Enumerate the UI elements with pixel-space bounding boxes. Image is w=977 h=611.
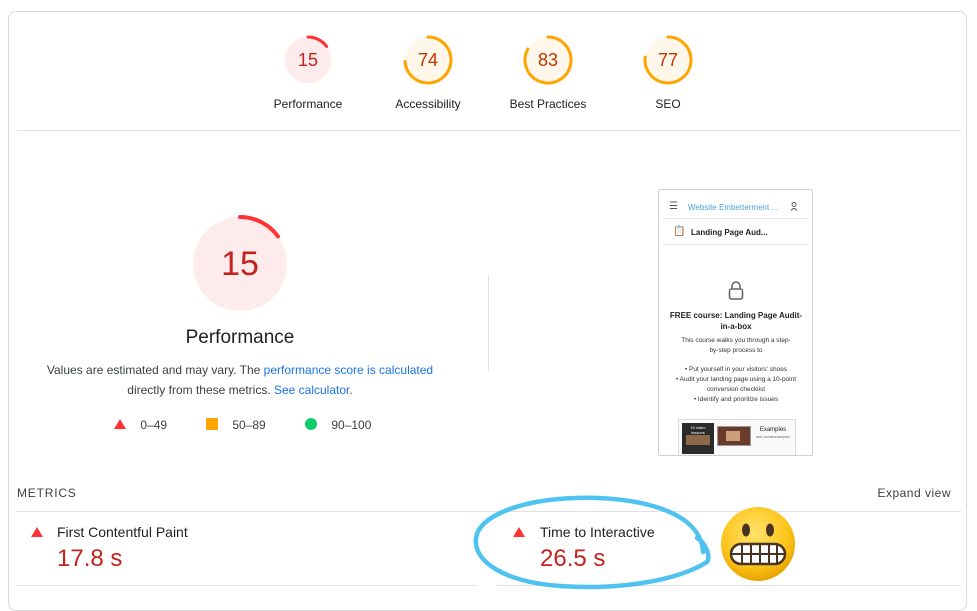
performance-title: Performance	[185, 327, 295, 348]
grimacing-face-emoji	[721, 507, 795, 581]
legend-pass: 90–100	[304, 418, 371, 432]
lock-icon	[728, 281, 744, 300]
green-circle-icon	[305, 418, 317, 430]
expand-view-toggle[interactable]: Expand view	[860, 486, 951, 500]
red-triangle-icon	[114, 419, 126, 429]
divider	[663, 244, 809, 245]
performance-gauge-large[interactable]: 15	[190, 214, 290, 314]
divider	[17, 130, 961, 131]
thumbnail-image	[726, 431, 740, 441]
gauge-score: 74	[417, 50, 439, 70]
legend-range: 50–89	[232, 418, 266, 432]
description-text: .	[349, 383, 353, 397]
final-screenshot[interactable]: ☰ Website Embetterment ... 📋 Landing Pag…	[658, 189, 813, 456]
performance-description: Values are estimated and may vary. The p…	[30, 360, 450, 400]
gauge-best-practices[interactable]: 83	[523, 35, 573, 85]
gauge-label: Best Practices	[509, 97, 587, 111]
slide-thumbnail	[717, 426, 751, 446]
preview-thumbnail: 10 video lessons Examples and counterexa…	[678, 419, 796, 455]
thumbnail-image	[686, 435, 710, 445]
metric-name: First Contentful Paint	[57, 524, 188, 540]
course-bullets: • Put yourself in your visitors' shoes •…	[675, 365, 797, 405]
description-text: Values are estimated and may vary. The	[46, 363, 264, 377]
metrics-heading: METRICS	[17, 486, 77, 500]
see-calculator-link[interactable]: See calculator	[274, 383, 349, 397]
list-item: • Identify and prioritize issues	[693, 396, 779, 403]
video-thumbnail: 10 video lessons	[682, 423, 714, 454]
fail-triangle-icon	[31, 527, 43, 537]
gauge-performance[interactable]: 15	[283, 35, 333, 85]
legend-range: 90–100	[331, 418, 372, 432]
user-icon	[790, 202, 798, 211]
hamburger-menu-icon: ☰	[669, 201, 678, 212]
legend-fail: 0–49	[113, 418, 167, 432]
list-item: • Put yourself in your visitors' shoes	[684, 366, 788, 373]
list-item: • Audit your landing page using a 10-poi…	[675, 376, 797, 393]
thumbnail-text: 10 video lessons	[690, 425, 706, 435]
performance-score: 15	[221, 245, 259, 283]
legend-range: 0–49	[140, 418, 168, 432]
gauge-score: 77	[657, 50, 679, 70]
course-title: FREE course: Landing Page Audit-in-a-box	[669, 311, 803, 331]
score-calculated-link[interactable]: performance score is calculated	[264, 363, 433, 377]
divider	[17, 585, 477, 586]
page-title: Landing Page Aud...	[691, 228, 768, 237]
site-nav-title: Website Embetterment ...	[688, 203, 779, 212]
gauge-label: SEO	[655, 97, 681, 111]
gauge-label: Performance	[273, 97, 343, 111]
gauge-label: Accessibility	[395, 97, 461, 111]
thumbnail-caption: Examples	[759, 427, 787, 433]
legend-average: 50–89	[205, 418, 266, 432]
gauge-score: 83	[537, 50, 559, 70]
highlight-circle-annotation	[473, 495, 711, 590]
description-text: directly from these metrics.	[127, 383, 274, 397]
gauge-score: 15	[297, 50, 319, 70]
divider	[663, 218, 809, 219]
metric-value: 17.8 s	[57, 545, 123, 572]
clipboard-icon: 📋	[673, 226, 686, 237]
orange-square-icon	[206, 418, 218, 430]
gauge-accessibility[interactable]: 74	[403, 35, 453, 85]
course-description: This course walks you through a step-by-…	[681, 337, 791, 354]
thumbnail-subcaption: and counterexamples	[756, 435, 790, 439]
vertical-divider	[488, 275, 489, 371]
gauge-seo[interactable]: 77	[643, 35, 693, 85]
